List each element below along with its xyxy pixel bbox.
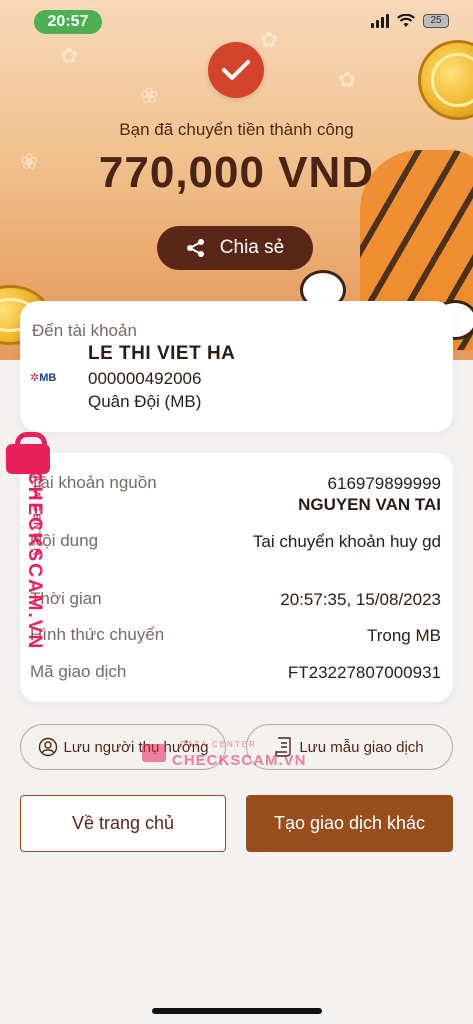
save-template-button[interactable]: Lưu mẫu giao dịch <box>246 724 453 770</box>
transfer-amount: 770,000 VND <box>98 148 375 197</box>
signal-icon <box>371 14 389 28</box>
method-label: Hình thức chuyển <box>30 625 165 644</box>
success-check <box>208 42 264 98</box>
content-label: Nội dung <box>30 531 99 550</box>
flower-decoration: ❀ <box>140 84 159 109</box>
source-account-name: NGUYEN VAN TAI <box>298 495 441 514</box>
transaction-details-card: Tài khoản nguồn 616979899999 NGUYEN VAN … <box>20 453 453 702</box>
mb-bank-logo: ✲MB <box>30 372 57 384</box>
source-account-label: Tài khoản nguồn <box>30 473 157 492</box>
time-value: 20:57:35, 15/08/2023 <box>280 590 441 609</box>
recipient-account: 000000492006 <box>88 369 202 388</box>
share-button[interactable]: Chia sẻ <box>157 226 313 270</box>
wifi-icon <box>397 14 415 27</box>
recipient-card: Đến tài khoản ✲MB LE THI VIET HA 0000004… <box>20 301 453 432</box>
success-message: Bạn đã chuyển tiền thành công <box>119 120 354 139</box>
content-value: Tai chuyển khoản huy gd <box>252 532 441 551</box>
share-icon <box>186 239 204 257</box>
home-button[interactable]: Về trang chủ <box>20 795 226 852</box>
gold-coin-decoration <box>418 40 473 120</box>
share-label: Chia sẻ <box>219 237 285 258</box>
source-account-row: Tài khoản nguồn 616979899999 NGUYEN VAN … <box>30 473 441 517</box>
save-template-label: Lưu mẫu giao dịch <box>299 738 424 756</box>
transaction-id-label: Mã giao dịch <box>30 662 127 681</box>
save-beneficiary-button[interactable]: Lưu người thụ hưởng <box>20 724 226 770</box>
flower-decoration: ✿ <box>260 28 279 53</box>
user-circle-icon <box>38 737 57 757</box>
content-row: Nội dung Tai chuyển khoản huy gd <box>30 531 441 575</box>
status-time: 20:57 <box>34 10 102 34</box>
new-transaction-button[interactable]: Tạo giao dịch khác <box>246 795 453 852</box>
flower-decoration: ✿ <box>338 68 357 93</box>
method-value: Trong MB <box>366 626 441 645</box>
check-icon <box>222 60 250 80</box>
transaction-id-value: FT23227807000931 <box>287 663 441 682</box>
source-account-number: 616979899999 <box>327 474 441 493</box>
recipient-name: LE THI VIET HA <box>88 343 236 364</box>
recipient-label: Đến tài khoản <box>32 321 137 340</box>
document-icon <box>275 737 292 757</box>
time-label: Thời gian <box>30 589 102 608</box>
flower-decoration: ✿ <box>60 44 79 69</box>
battery-icon: 25 <box>423 14 449 28</box>
recipient-bank: Quân Đội (MB) <box>88 392 202 411</box>
status-icons: 25 <box>371 14 449 28</box>
home-indicator <box>152 1008 322 1014</box>
save-beneficiary-label: Lưu người thụ hưởng <box>63 738 209 756</box>
